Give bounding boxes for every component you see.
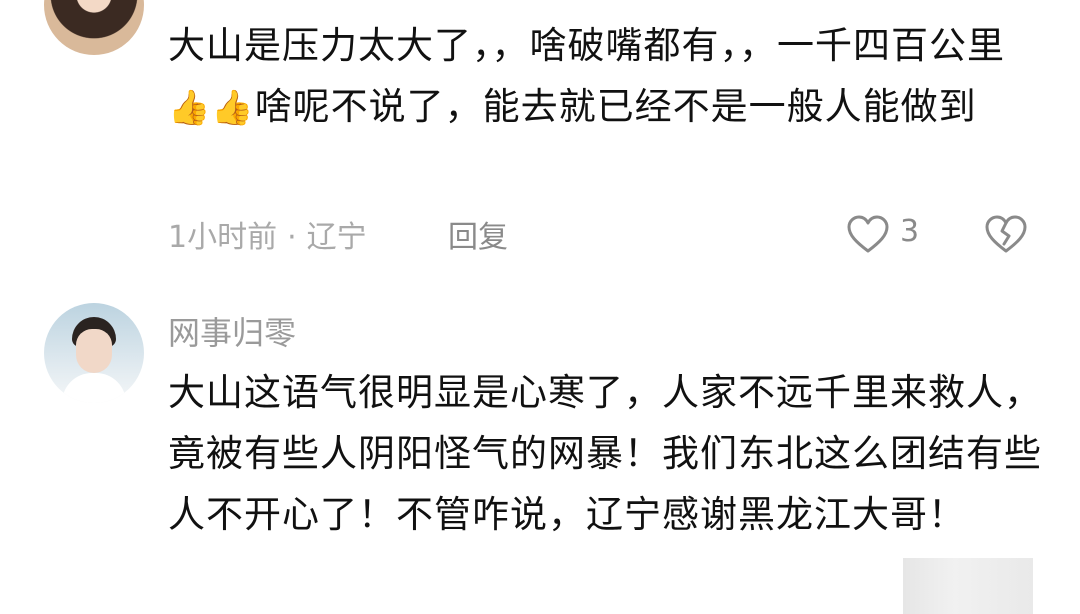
comment-text: 大山是压力太大了，，啥破嘴都有，，一千四百公里👍👍啥呢不说了，能去就已经不是一般… bbox=[168, 15, 1048, 139]
comment-location: 辽宁 bbox=[306, 220, 367, 255]
comment-text: 大山这语气很明显是心寒了，人家不远千里来救人，竟被有些人阴阳怪气的网暴！我们东北… bbox=[168, 371, 1042, 536]
avatar-face bbox=[76, 329, 112, 373]
comment-meta: 1小时前 · 辽宁 bbox=[168, 212, 367, 256]
meta-separator: · bbox=[287, 220, 297, 255]
avatar[interactable] bbox=[44, 0, 144, 55]
comment-time: 1小时前 bbox=[168, 220, 278, 255]
thumbs-up-icon: 👍 bbox=[168, 88, 212, 128]
reply-button[interactable]: 回复 bbox=[448, 212, 508, 256]
broken-heart-icon[interactable] bbox=[984, 214, 1028, 254]
comment-text-part: 啥呢不说了，能去就已经不是一般人能做到 bbox=[254, 85, 977, 128]
image-placeholder bbox=[903, 558, 1033, 614]
avatar[interactable] bbox=[44, 303, 144, 403]
comment-text-part: 大山是压力太大了，，啥破嘴都有，，一千四百公里 bbox=[168, 24, 1005, 67]
username[interactable]: 网事归零 bbox=[168, 308, 296, 354]
avatar-shirt bbox=[62, 373, 126, 403]
like-count: 3 bbox=[900, 214, 920, 249]
heart-outline-icon[interactable] bbox=[846, 214, 890, 254]
thumbs-up-icon: 👍 bbox=[211, 88, 255, 128]
